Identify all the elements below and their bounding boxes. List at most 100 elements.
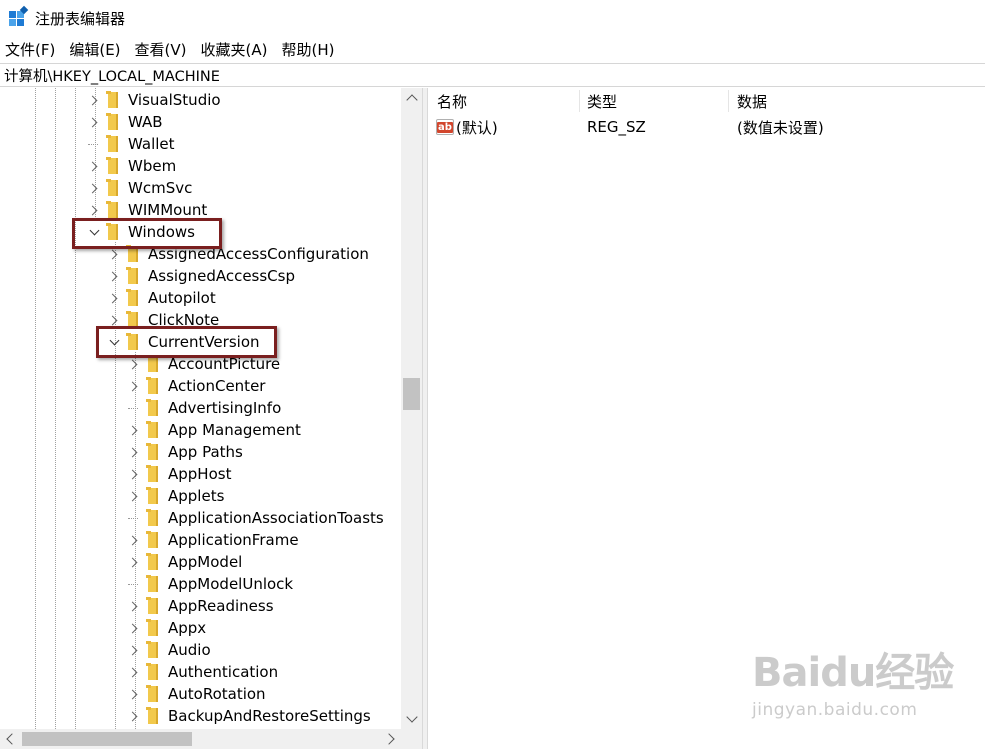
tree-item[interactable]: AppModel <box>128 551 242 573</box>
tree-item-label[interactable]: ActionCenter <box>168 377 265 395</box>
tree-horizontal-scrollbar[interactable] <box>0 729 401 749</box>
chevron-right-icon[interactable] <box>128 644 140 656</box>
tree-item[interactable]: App Management <box>128 419 301 441</box>
scrollbar-corner <box>401 729 422 749</box>
tree-item-label[interactable]: WAB <box>128 113 163 131</box>
tree-item[interactable]: BackupAndRestoreSettings <box>128 705 371 727</box>
folder-icon <box>146 619 158 636</box>
tree-connector <box>128 578 140 590</box>
chevron-right-icon[interactable] <box>88 182 100 194</box>
tree-item[interactable]: Wbem <box>88 155 176 177</box>
chevron-right-icon[interactable] <box>88 160 100 172</box>
chevron-right-icon[interactable] <box>128 556 140 568</box>
chevron-right-icon[interactable] <box>128 666 140 678</box>
scroll-thumb[interactable] <box>403 378 420 410</box>
chevron-right-icon[interactable] <box>128 468 140 480</box>
tree-item[interactable]: WcmSvc <box>88 177 192 199</box>
tree-item-label[interactable]: BackupAndRestoreSettings <box>168 707 371 725</box>
tree-item[interactable]: ApplicationFrame <box>128 529 299 551</box>
tree-item[interactable]: Applets <box>128 485 224 507</box>
tree-item-label[interactable]: AssignedAccessCsp <box>148 267 295 285</box>
tree-item[interactable]: ActionCenter <box>128 375 265 397</box>
tree-item-label[interactable]: Applets <box>168 487 224 505</box>
tree-item-label[interactable]: ApplicationAssociationToasts <box>168 509 384 527</box>
tree-vertical-scrollbar[interactable] <box>401 88 422 729</box>
folder-icon <box>146 377 158 394</box>
tree-item-label[interactable]: WcmSvc <box>128 179 192 197</box>
tree-item-label[interactable]: AppReadiness <box>168 597 274 615</box>
tree-item[interactable]: AppModelUnlock <box>128 573 293 595</box>
tree-item[interactable]: AppReadiness <box>128 595 274 617</box>
value-name: (默认) <box>456 118 498 137</box>
tree-item-label[interactable]: AutoRotation <box>168 685 266 703</box>
tree-item-label[interactable]: Wallet <box>128 135 175 153</box>
menu-file[interactable]: 文件(F) <box>5 39 55 60</box>
scroll-left-icon[interactable] <box>0 729 20 749</box>
chevron-right-icon[interactable] <box>128 710 140 722</box>
tree-item-label[interactable]: AppHost <box>168 465 231 483</box>
menu-view[interactable]: 查看(V) <box>135 39 187 60</box>
column-header-type[interactable]: 类型 <box>578 88 728 114</box>
chevron-right-icon[interactable] <box>128 490 140 502</box>
tree-item-label[interactable]: Audio <box>168 641 211 659</box>
column-header-name[interactable]: 名称 <box>428 88 580 114</box>
tree-item-label[interactable]: Authentication <box>168 663 278 681</box>
tree-item-label[interactable]: Autopilot <box>148 289 216 307</box>
menu-favorites[interactable]: 收藏夹(A) <box>201 39 268 60</box>
tree-item-label[interactable]: AdvertisingInfo <box>168 399 281 417</box>
chevron-right-icon[interactable] <box>128 380 140 392</box>
tree-item-label[interactable]: AppModelUnlock <box>168 575 293 593</box>
tree-item-label[interactable]: ApplicationFrame <box>168 531 299 549</box>
folder-icon <box>146 707 158 724</box>
chevron-right-icon[interactable] <box>128 424 140 436</box>
tree-item-label[interactable]: Wbem <box>128 157 176 175</box>
folder-icon <box>146 641 158 658</box>
tree-item-label[interactable]: App Management <box>168 421 301 439</box>
tree-item[interactable]: ApplicationAssociationToasts <box>128 507 384 529</box>
tree-item[interactable]: AssignedAccessCsp <box>108 265 295 287</box>
tree-item[interactable]: VisualStudio <box>88 89 221 111</box>
tree-item[interactable]: Appx <box>128 617 206 639</box>
chevron-right-icon[interactable] <box>128 446 140 458</box>
tree-item[interactable]: AutoRotation <box>128 683 266 705</box>
tree-item[interactable]: WAB <box>88 111 163 133</box>
chevron-right-icon[interactable] <box>88 116 100 128</box>
tree-item[interactable]: Audio <box>128 639 211 661</box>
chevron-right-icon[interactable] <box>128 358 140 370</box>
tree-item[interactable]: Authentication <box>128 661 278 683</box>
value-row[interactable]: ab (默认) REG_SZ (数值未设置) <box>428 116 985 138</box>
string-value-icon: ab <box>436 119 454 135</box>
key-tree[interactable]: VisualStudio WAB Wallet Wbem WcmSvc WIMMount W… <box>0 88 422 749</box>
tree-item-label[interactable]: AppModel <box>168 553 242 571</box>
chevron-right-icon[interactable] <box>108 314 120 326</box>
menu-help[interactable]: 帮助(H) <box>281 39 334 60</box>
tree-item[interactable]: App Paths <box>128 441 243 463</box>
chevron-right-icon[interactable] <box>128 622 140 634</box>
scroll-right-icon[interactable] <box>381 729 401 749</box>
chevron-right-icon[interactable] <box>108 270 120 282</box>
tree-item-label[interactable]: WIMMount <box>128 201 207 219</box>
chevron-right-icon[interactable] <box>128 534 140 546</box>
tree-item-label[interactable]: App Paths <box>168 443 243 461</box>
chevron-right-icon[interactable] <box>108 292 120 304</box>
tree-guide-line <box>75 88 76 749</box>
tree-item-label[interactable]: VisualStudio <box>128 91 221 109</box>
tree-item[interactable]: AppHost <box>128 463 231 485</box>
scroll-up-icon[interactable] <box>401 88 422 108</box>
chevron-right-icon[interactable] <box>88 94 100 106</box>
chevron-right-icon[interactable] <box>128 688 140 700</box>
scroll-down-icon[interactable] <box>401 709 422 729</box>
chevron-right-icon[interactable] <box>128 600 140 612</box>
column-header-data[interactable]: 数据 <box>728 88 985 114</box>
tree-item[interactable]: Autopilot <box>108 287 216 309</box>
tree-item[interactable]: AdvertisingInfo <box>128 397 281 419</box>
chevron-right-icon[interactable] <box>88 204 100 216</box>
chevron-right-icon[interactable] <box>108 248 120 260</box>
address-path[interactable]: 计算机\HKEY_LOCAL_MACHINE <box>4 65 220 86</box>
menu-edit[interactable]: 编辑(E) <box>69 39 120 60</box>
hscroll-thumb[interactable] <box>22 732 192 746</box>
tree-item[interactable]: Wallet <box>88 133 175 155</box>
tree-item-label[interactable]: Appx <box>168 619 206 637</box>
address-bar[interactable]: 计算机\HKEY_LOCAL_MACHINE <box>0 63 985 87</box>
tree-connector <box>128 402 140 414</box>
